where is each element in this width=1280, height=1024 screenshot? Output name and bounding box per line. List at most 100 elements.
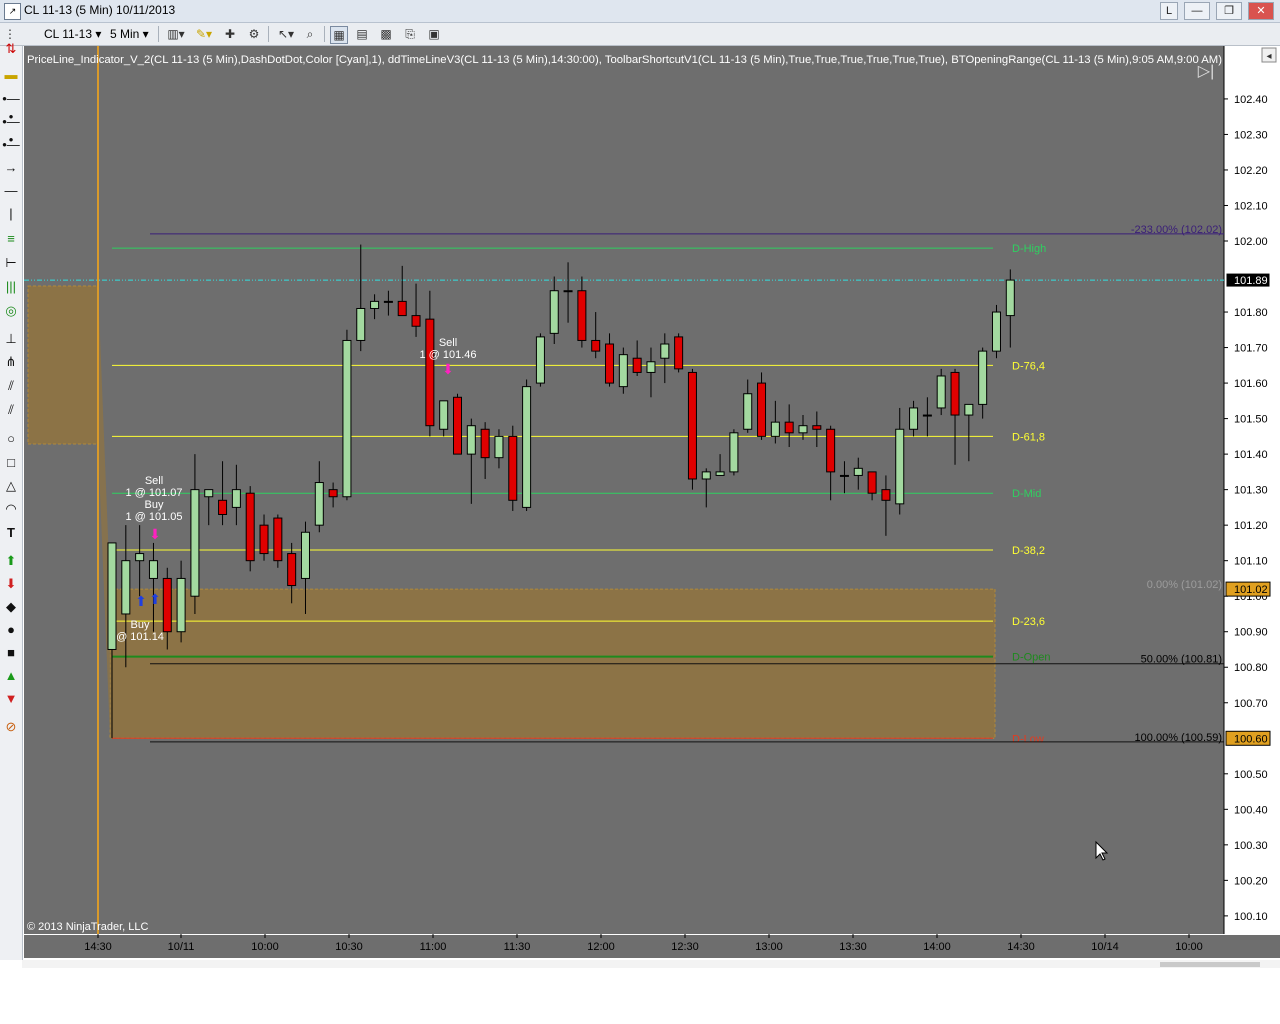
trade-label-title: Sell [145,475,163,487]
candle-up [743,393,753,430]
price-chart[interactable]: D-High D-76,4 D-61,8 D-Mid D-38,2 D-23,6 D-Ope… [0,0,1280,1024]
candle-up [770,421,780,437]
candle-up [342,339,352,498]
indicator-label: PriceLine_Indicator_V_2(CL 11-13 (5 Min)… [27,54,1222,66]
candle-down [508,435,518,501]
candle-up [176,577,186,633]
candle-down [273,517,283,562]
candle-up [466,425,476,455]
candle-down [425,318,435,427]
level-label-d-high: D-High [1012,243,1046,255]
price-tick-label: 100.20 [1234,875,1268,887]
level-label-d-61-8: D-61,8 [1012,431,1045,443]
fib-label-2: 50.00% (100.81) [1141,654,1222,666]
candle-up [231,489,241,508]
candle-up [356,307,366,341]
candle-up [383,300,393,303]
candle-up [978,350,988,405]
level-label-d-76-4: D-76,4 [1012,360,1045,372]
price-tick-label: 102.00 [1234,236,1268,248]
price-tick-label: 101.30 [1234,485,1268,497]
price-tick-label: 101.80 [1234,307,1268,319]
candle-down [162,577,172,633]
trade-label-title: Buy [145,499,164,511]
level-label-d-low: D-Low [1012,733,1044,745]
candle-up [909,407,919,430]
price-tick-label: 100.10 [1234,911,1268,923]
current-price-label: 101.89 [1234,275,1268,287]
horizontal-scrollbar[interactable] [22,960,1280,968]
sell-arrow-icon: ⬇ [149,526,161,542]
candle-up [549,290,559,334]
chart-plot-area [24,46,1224,934]
candle-up [936,375,946,409]
candle-up [522,386,532,508]
candle-up [1005,279,1015,317]
candle-down [826,428,836,473]
level-label-d-mid: D-Mid [1012,488,1041,500]
candle-down [411,315,421,327]
price-tick-label: 100.90 [1234,627,1268,639]
candle-up [121,560,131,615]
candle-down [632,357,642,373]
next-bar-icon: ▷| [1198,63,1214,80]
candle-down [480,428,490,459]
fib-label-0: -233.00% (102.02) [1131,224,1222,236]
candle-up [204,489,214,498]
candle-down [605,343,615,384]
candle-down [784,421,794,434]
candle-down [245,492,255,562]
price-tick-label: 102.30 [1234,129,1268,141]
candle-up [314,482,324,526]
candle-up [618,354,628,388]
candle-up [964,403,974,416]
prior-range-box [27,285,99,445]
candle-down [674,336,684,370]
candle-up [839,474,849,477]
candle-up [148,560,158,579]
level-label-d-23-6: D-23,6 [1012,616,1045,628]
price-tick-label: 100.70 [1234,698,1268,710]
candle-down [218,499,228,516]
candle-down [812,425,822,430]
time-tick-label: 13:00 [755,941,783,953]
price-tick-label: 101.60 [1234,378,1268,390]
level-label-d-38-2: D-38,2 [1012,545,1045,557]
candle-up [439,400,449,430]
level-label-d-open: D-Open [1012,652,1051,664]
candle-up [494,435,504,459]
candle-down [577,290,587,341]
candle-down [453,396,462,455]
candle-up [715,471,725,476]
candle-down [881,489,891,501]
price-tick-label: 100.40 [1234,804,1268,816]
scrollbar-thumb[interactable] [1160,962,1260,967]
time-tick-label: 10:00 [1175,941,1203,953]
time-tick-label: 10/11 [168,941,195,953]
candle-up [107,542,117,650]
candle-up [300,531,310,579]
fib-label-3: 100.00% (100.59) [1135,732,1222,744]
trade-label-detail: 1 @ 101.07 [125,487,182,499]
trade-label-detail: 1 @ 101.46 [419,349,476,361]
candle-down [950,371,960,416]
price-tick-label: 100.80 [1234,662,1268,674]
price-tick-label: 100.50 [1234,769,1268,781]
time-tick-label: 12:00 [587,941,615,953]
candle-up [660,343,670,359]
fib-label-1: 0.00% (101.02) [1147,579,1222,591]
sell-arrow-icon: ⬇ [442,361,454,377]
candle-down [397,300,407,317]
candle-up [895,428,905,505]
time-axis-corner [1224,935,1280,958]
time-tick-label: 14:30 [1007,941,1035,953]
candle-up [922,414,932,417]
trade-label-detail: @ 101.14 [116,631,164,643]
candle-up [535,336,545,384]
price-tick-label: 100.30 [1234,840,1268,852]
price-tick-label: 101.40 [1234,449,1268,461]
time-tick-label: 14:30 [84,941,112,953]
candle-down [259,524,269,555]
time-tick-label: 14:00 [923,941,951,953]
price-tick-label: 101.10 [1234,556,1268,568]
